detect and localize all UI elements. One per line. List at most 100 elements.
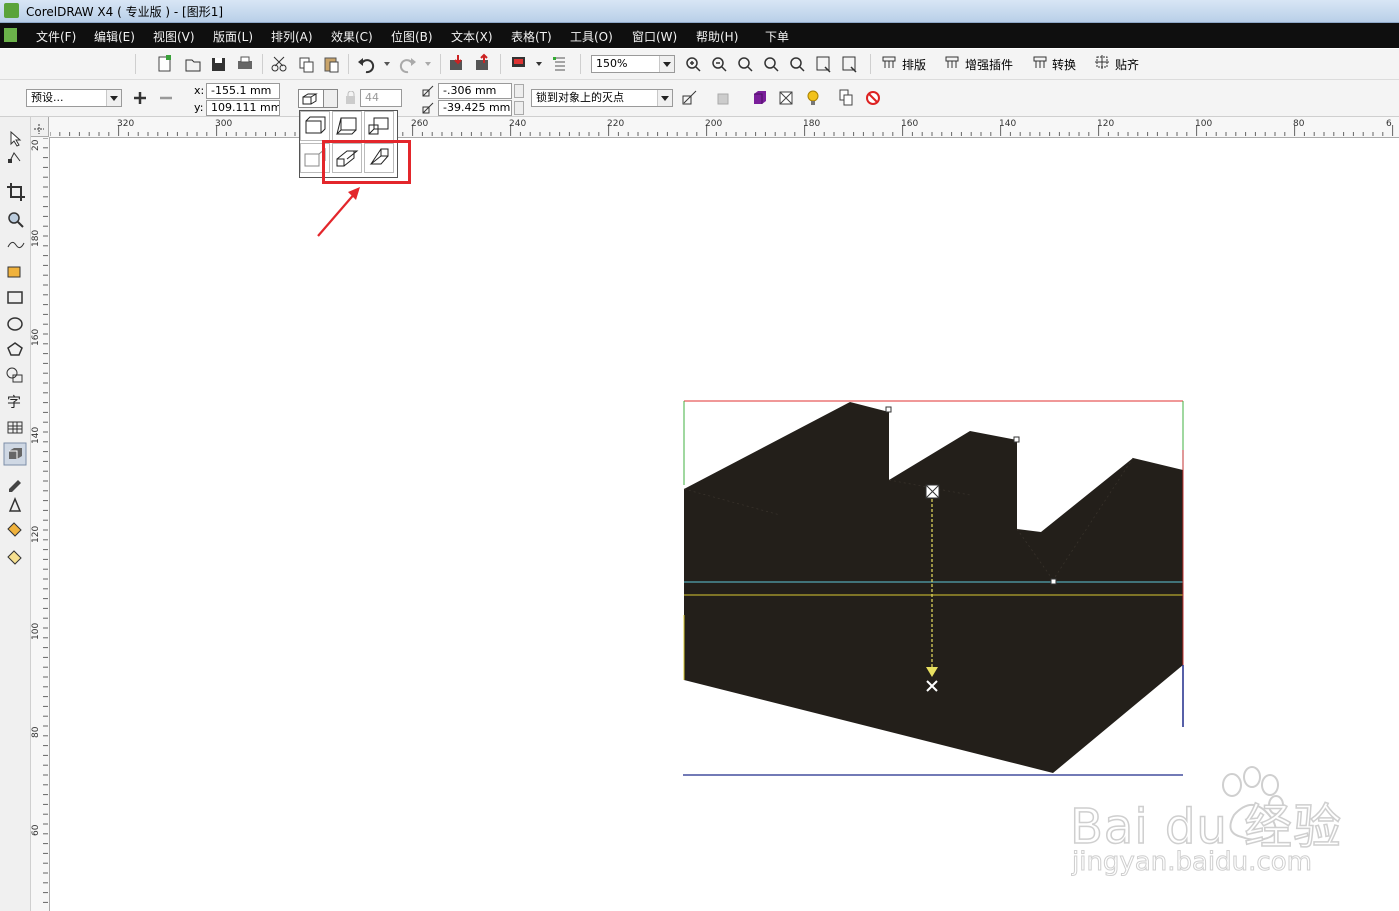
- snap-plugin-icon[interactable]: [1095, 55, 1109, 69]
- extrude-start-handle-icon[interactable]: [925, 484, 940, 499]
- ruler-label: 100: [1195, 119, 1213, 129]
- zoom-width-icon[interactable]: [816, 56, 831, 73]
- vanishing-point-lock-value: 锁到对象上的灭点: [536, 91, 624, 104]
- vanishing-point-lock-select[interactable]: 锁到对象上的灭点: [531, 89, 673, 107]
- pick-tool-icon[interactable]: [10, 130, 22, 147]
- ruler-label: 140: [999, 119, 1017, 129]
- x-position-input[interactable]: -155.1 mm: [206, 83, 280, 99]
- zoom-page-icon[interactable]: [790, 57, 805, 72]
- export-icon[interactable]: [476, 53, 488, 70]
- smart-fill-tool-icon[interactable]: [7, 266, 21, 278]
- extrusion-type-option-small-front-back[interactable]: [364, 111, 394, 141]
- snap-plugin-button[interactable]: 贴齐: [1115, 56, 1139, 73]
- layout-plugin-button[interactable]: 排版: [902, 56, 926, 73]
- convert-plugin-button[interactable]: 转换: [1052, 56, 1076, 73]
- text-tool-icon[interactable]: 字: [7, 395, 21, 411]
- enhance-plugin-button[interactable]: 增强插件: [965, 56, 1013, 73]
- standard-toolbar-icons: [135, 53, 871, 74]
- enhance-plugin-icon[interactable]: [945, 55, 959, 69]
- extrude-rotation-icon[interactable]: [717, 93, 729, 105]
- extrude-color-icon[interactable]: [754, 91, 766, 104]
- open-folder-icon[interactable]: [185, 59, 201, 72]
- vp-x-spinner[interactable]: [514, 84, 524, 98]
- redo-icon[interactable]: [399, 58, 431, 74]
- menu-item[interactable]: 窗口(W): [632, 28, 677, 45]
- convert-plugin-icon[interactable]: [1033, 55, 1047, 69]
- print-icon[interactable]: [238, 56, 252, 69]
- menu-item[interactable]: 视图(V): [153, 28, 195, 45]
- vanishing-point-y-input[interactable]: -39.425 mm: [438, 100, 512, 116]
- shape-tool-icon[interactable]: [8, 152, 21, 163]
- basic-shapes-tool-icon[interactable]: [6, 367, 23, 383]
- layout-plugin-icon[interactable]: [882, 55, 896, 69]
- zoom-all-objects-icon[interactable]: [764, 57, 779, 72]
- rectangle-tool-icon[interactable]: [7, 291, 23, 304]
- table-tool-icon[interactable]: [7, 421, 23, 434]
- menu-item[interactable]: 版面(L): [213, 28, 253, 45]
- import-icon[interactable]: [450, 55, 462, 70]
- freehand-tool-icon[interactable]: [7, 241, 25, 249]
- menu-item[interactable]: 排列(A): [271, 28, 313, 45]
- chevron-down-icon[interactable]: [106, 90, 121, 106]
- add-preset-icon[interactable]: [133, 91, 147, 105]
- ruler-label: 120: [31, 525, 41, 543]
- menu-item[interactable]: 文本(X): [451, 28, 493, 45]
- zoom-tool-icon[interactable]: [8, 212, 24, 228]
- extruded-shape[interactable]: [684, 402, 1183, 773]
- new-document-icon[interactable]: [158, 55, 171, 72]
- depth-input[interactable]: 44: [360, 89, 402, 107]
- zoom-in-icon[interactable]: [686, 57, 701, 72]
- fill-tool-icon[interactable]: [7, 522, 22, 537]
- menu-item[interactable]: 文件(F): [36, 28, 76, 45]
- welcome-screen-icon[interactable]: [553, 57, 565, 71]
- chevron-down-icon[interactable]: [659, 56, 674, 72]
- menu-item[interactable]: 效果(C): [331, 28, 373, 45]
- zoom-level-select[interactable]: 150%: [591, 55, 675, 73]
- coreldraw-app-icon[interactable]: [4, 3, 19, 18]
- vanishing-point-mode-icon[interactable]: [682, 90, 697, 105]
- document-icon[interactable]: [4, 28, 17, 42]
- copy-icon[interactable]: [299, 57, 314, 73]
- polygon-tool-icon[interactable]: [7, 342, 23, 356]
- y-position-input[interactable]: 109.111 mm: [206, 100, 280, 116]
- crop-tool-icon[interactable]: [7, 183, 25, 201]
- vp-y-spinner[interactable]: [514, 101, 524, 115]
- extrude-lighting-icon[interactable]: [807, 90, 819, 105]
- menu-item[interactable]: 帮助(H): [696, 28, 738, 45]
- zoom-selected-icon[interactable]: [738, 57, 753, 72]
- extrude-bevel-icon[interactable]: [779, 91, 793, 105]
- eyedropper-tool-icon[interactable]: [9, 480, 21, 492]
- interactive-fill-tool-icon[interactable]: [7, 550, 22, 565]
- vanishing-point-y-value: -39.425 mm: [443, 101, 511, 114]
- ruler-origin[interactable]: [31, 117, 49, 137]
- preset-select[interactable]: 预设...: [26, 89, 122, 107]
- menu-item[interactable]: 表格(T): [511, 28, 552, 45]
- save-icon[interactable]: [212, 58, 225, 71]
- paste-icon[interactable]: [324, 57, 339, 73]
- ellipse-tool-icon[interactable]: [7, 317, 23, 331]
- zoom-out-icon[interactable]: [712, 57, 727, 72]
- vanishing-point-x-input[interactable]: -.306 mm: [438, 83, 512, 99]
- menu-item[interactable]: 位图(B): [391, 28, 433, 45]
- ruler-origin-icon: [34, 124, 44, 134]
- remove-preset-icon[interactable]: [159, 91, 173, 105]
- cut-icon[interactable]: [271, 56, 287, 72]
- outline-tool-icon[interactable]: [8, 497, 22, 512]
- copy-extrude-properties-icon[interactable]: [839, 89, 853, 106]
- extrusion-type-option-small-front[interactable]: [332, 111, 362, 141]
- chevron-down-icon[interactable]: [657, 90, 672, 106]
- menu-item[interactable]: 编辑(E): [94, 28, 135, 45]
- zoom-height-icon[interactable]: [842, 56, 857, 73]
- menu-item[interactable]: 工具(O): [570, 28, 613, 45]
- application-launcher-icon[interactable]: [512, 57, 542, 67]
- chevron-down-icon[interactable]: [323, 90, 337, 107]
- extrusion-type-option-small-back[interactable]: [300, 111, 330, 141]
- menu-item[interactable]: 下单: [765, 28, 789, 45]
- clear-extrude-icon[interactable]: [866, 91, 880, 105]
- undo-icon[interactable]: [358, 58, 390, 74]
- annotation-arrow: [317, 187, 360, 237]
- extruded-object[interactable]: [670, 395, 1200, 785]
- ruler-label: 160: [31, 328, 41, 346]
- ruler-label: 300: [215, 119, 233, 129]
- extrusion-type-select[interactable]: [298, 89, 338, 108]
